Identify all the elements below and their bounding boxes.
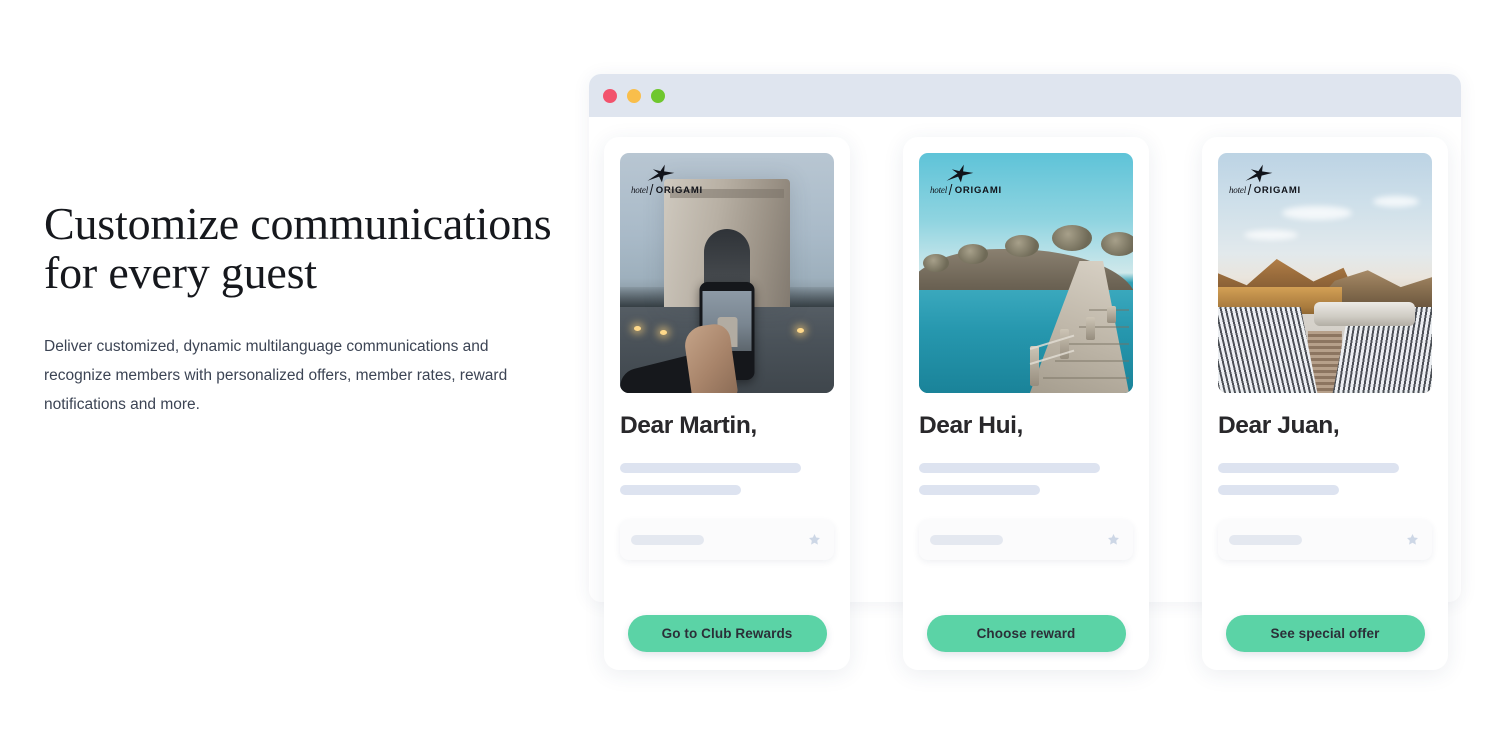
logo-hotel-word: hotel [930,185,947,195]
browser-title-bar [589,74,1461,117]
hero-copy-column: Customize communications for every guest… [44,198,564,419]
body-placeholder-line [919,462,1100,473]
card-cta-area: Go to Club Rewards [620,615,834,670]
email-preview-card[interactable]: hotel ORIGAMI Dear Hui, Choose reward [903,137,1149,670]
body-placeholder-line [620,462,801,473]
hotel-origami-logo: hotel ORIGAMI [631,164,703,195]
body-placeholder-line [919,484,1040,495]
hero-description: Deliver customized, dynamic multilanguag… [44,337,508,413]
page-title: Customize communications for every guest [44,198,552,298]
go-to-club-rewards-button[interactable]: Go to Club Rewards [627,615,827,652]
card-greeting: Dear Martin, [620,412,757,439]
origami-crane-icon [647,164,675,183]
choose-reward-button[interactable]: Choose reward [926,615,1126,652]
logo-origami-word: ORIGAMI [954,184,1002,196]
card-hero-image: hotel ORIGAMI [919,153,1133,393]
logo-divider [1247,184,1252,195]
card-cta-area: See special offer [1218,615,1432,670]
minimize-dot[interactable] [627,88,641,103]
reward-placeholder-line [930,534,1003,545]
logo-hotel-word: hotel [631,185,648,195]
origami-crane-icon [1245,164,1273,183]
star-icon [1108,534,1119,546]
star-icon [809,534,820,546]
body-placeholder-line [620,484,741,495]
origami-crane-icon [946,164,974,183]
card-cta-area: Choose reward [919,615,1133,670]
logo-hotel-word: hotel [1229,185,1246,195]
logo-origami-word: ORIGAMI [1253,184,1301,196]
hotel-origami-logo: hotel ORIGAMI [930,164,1002,195]
see-special-offer-button[interactable]: See special offer [1225,615,1425,652]
body-placeholder-line [1218,484,1339,495]
logo-origami-word: ORIGAMI [655,184,703,196]
reward-placeholder-line [631,534,704,545]
maximize-dot[interactable] [651,88,665,103]
reward-row[interactable] [1218,519,1432,560]
reward-row[interactable] [919,519,1133,560]
logo-divider [948,184,953,195]
reward-placeholder-line [1229,534,1302,545]
hotel-origami-logo: hotel ORIGAMI [1229,164,1301,195]
star-icon [1407,534,1418,546]
close-dot[interactable] [603,88,617,103]
logo-divider [649,184,654,195]
card-hero-image: hotel ORIGAMI [1218,153,1432,393]
email-preview-card[interactable]: hotel ORIGAMI Dear Martin, Go to Club Re… [604,137,850,670]
reward-row[interactable] [620,519,834,560]
email-preview-card-list: hotel ORIGAMI Dear Martin, Go to Club Re… [589,137,1461,677]
email-preview-card[interactable]: hotel ORIGAMI Dear Juan, See special off… [1202,137,1448,670]
card-greeting: Dear Juan, [1218,412,1340,439]
body-placeholder-line [1218,462,1399,473]
card-greeting: Dear Hui, [919,412,1023,439]
card-hero-image: hotel ORIGAMI [620,153,834,393]
